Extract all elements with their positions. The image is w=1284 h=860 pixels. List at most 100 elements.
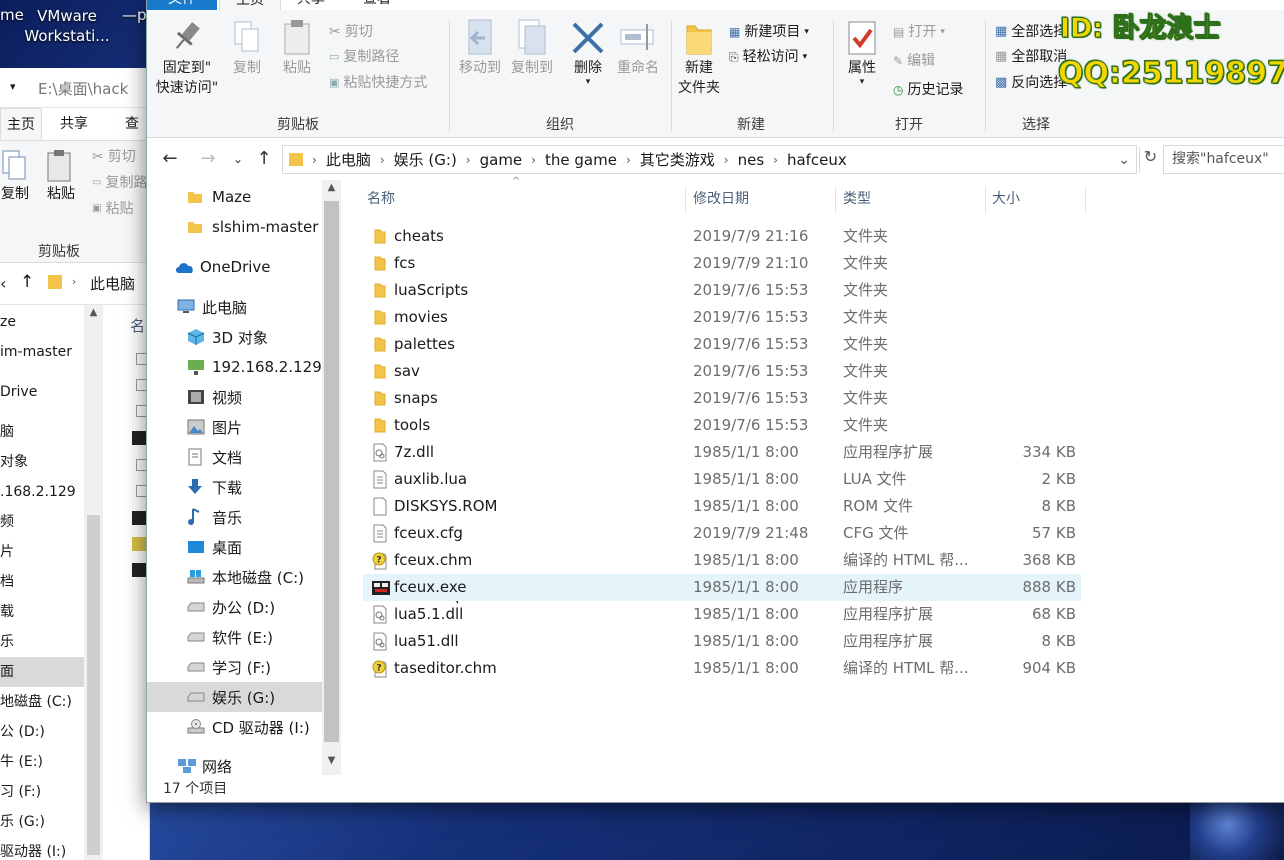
explorer-window[interactable]: 文件 主页 共享 查看 固定到" 快速访问" 复制 粘贴 ✂剪切 ▭复制路径 ▣… <box>146 0 1284 803</box>
file-row[interactable]: auxlib.lua 1985/1/1 8:00 LUA 文件 2 KB <box>363 466 1081 493</box>
open-button[interactable]: ▤ 打开 ▾ <box>893 20 945 44</box>
tree-item-d[interactable]: 办公 (D:) <box>147 592 341 622</box>
file-row[interactable]: fceux.cfg 2019/7/9 21:48 CFG 文件 57 KB <box>363 520 1081 547</box>
back-copy-path-button[interactable]: ▭复制路径 <box>92 171 149 195</box>
tree-item-[interactable]: 桌面 <box>147 532 341 562</box>
file-row[interactable]: DISKSYS.ROM 1985/1/1 8:00 ROM 文件 8 KB <box>363 493 1081 520</box>
back-tree-item[interactable]: 面 <box>0 657 84 687</box>
back-arrow-icon[interactable]: ← <box>159 148 181 169</box>
edit-button[interactable]: ✎ 编辑 <box>893 49 935 73</box>
tree-item-maze[interactable]: Maze <box>147 182 341 212</box>
up-arrow-icon[interactable]: ↑ <box>20 272 34 292</box>
tree-item-[interactable]: 视频 <box>147 382 341 412</box>
back-nav-crumb[interactable]: 此电脑 <box>90 273 135 294</box>
up-arrow-icon[interactable]: ↑ <box>253 148 275 169</box>
back-paste-shortcut-button[interactable]: ▣ 粘贴 <box>92 197 133 221</box>
back-tree-item[interactable]: 脑 <box>0 417 14 447</box>
back-tree-scrollbar[interactable]: ▲ <box>84 305 103 860</box>
tree-item-[interactable]: 此电脑 <box>147 292 341 322</box>
back-copy-button[interactable]: 复制 <box>0 149 30 203</box>
back-tree-item[interactable]: 载 <box>0 597 14 627</box>
refresh-icon[interactable]: ↻ <box>1139 147 1161 173</box>
properties-button[interactable]: 属性 ▾ <box>839 18 885 87</box>
tree-item-e[interactable]: 软件 (E:) <box>147 622 341 652</box>
file-row[interactable]: luaScripts 2019/7/6 15:53 文件夹 <box>363 277 1081 304</box>
back-tree-item[interactable]: 公 (D:) <box>0 717 45 747</box>
column-divider[interactable] <box>835 186 836 214</box>
column-divider[interactable] <box>685 186 686 214</box>
tree-item-c[interactable]: 本地磁盘 (C:) <box>147 562 341 592</box>
easy-access-button[interactable]: ⎘ 轻松访问 ▾ <box>729 45 807 69</box>
back-tree-item[interactable]: 片 <box>0 537 14 567</box>
tree-item-[interactable]: 下载 <box>147 472 341 502</box>
tree-item-[interactable]: 文档 <box>147 442 341 472</box>
file-row[interactable]: ? fceux.chm 1985/1/1 8:00 编译的 HTML 帮... 368 … <box>363 547 1081 574</box>
file-row[interactable]: lua51.dll 1985/1/1 8:00 应用程序扩展 8 KB <box>363 628 1081 655</box>
column-header-date[interactable]: 修改日期 <box>693 183 749 215</box>
file-row[interactable]: snaps 2019/7/6 15:53 文件夹 <box>363 385 1081 412</box>
column-divider[interactable] <box>1085 186 1086 214</box>
column-header-name[interactable]: 名称 <box>367 183 395 215</box>
move-to-button[interactable]: 移动到 <box>455 18 505 78</box>
address-bar[interactable]: › 此电脑 › 娱乐 (G:) › game › the game › 其它类游… <box>282 145 1137 174</box>
tree-item-[interactable]: 音乐 <box>147 502 341 532</box>
back-cut-button[interactable]: ✂ 剪切 <box>92 145 136 169</box>
navigation-pane-scroll-thumb[interactable] <box>324 201 339 742</box>
new-folder-button[interactable]: 新建 文件夹 <box>675 18 723 98</box>
file-row[interactable]: ? taseditor.chm 1985/1/1 8:00 编译的 HTML 帮...… <box>363 655 1081 682</box>
back-tree-item[interactable]: 对象 <box>0 447 28 477</box>
column-header-type[interactable]: 类型 <box>843 183 871 215</box>
desktop-icon-vmware[interactable]: VMware Workstati... <box>22 6 112 46</box>
back-tab-home[interactable]: 主页 <box>0 108 42 140</box>
select-all-button[interactable]: ▦ 全部选择 <box>995 20 1067 44</box>
back-col-name[interactable]: 名 <box>130 315 145 336</box>
back-tree-item[interactable]: 乐 (G:) <box>0 807 45 837</box>
paste-button[interactable]: 粘贴 <box>277 18 317 78</box>
tree-item-[interactable]: 图片 <box>147 412 341 442</box>
back-tree-item[interactable]: 驱动器 (I:) <box>0 837 66 860</box>
back-tree-item[interactable]: 乐 <box>0 627 14 657</box>
back-tree-item[interactable]: Drive <box>0 377 37 407</box>
desktop-icon-label[interactable]: —p <box>122 6 147 24</box>
rename-button[interactable]: 重命名 <box>613 18 663 78</box>
column-divider[interactable] <box>985 186 986 214</box>
breadcrumb-other-games[interactable]: 其它类游戏 <box>634 149 721 170</box>
forward-arrow-icon[interactable]: → <box>197 148 219 169</box>
tree-item-3d[interactable]: 3D 对象 <box>147 322 341 352</box>
paste-shortcut-button[interactable]: ▣ 粘贴快捷方式 <box>329 71 427 95</box>
back-paste-button[interactable]: 粘贴 <box>44 149 78 203</box>
tab-share[interactable]: 共享 <box>297 0 325 6</box>
tree-item-cd-i[interactable]: CD 驱动器 (I:) <box>147 712 341 742</box>
back-tree-item[interactable]: 牛 (E:) <box>0 747 43 777</box>
back-tree-item[interactable]: 习 (F:) <box>0 777 41 807</box>
back-tree-item[interactable]: 频 <box>0 507 14 537</box>
breadcrumb-the-game[interactable]: the game <box>539 151 623 169</box>
desktop-icon-label[interactable]: me <box>0 6 24 24</box>
tab-view[interactable]: 查看 <box>363 0 391 6</box>
pin-quick-access-button[interactable]: 固定到" 快速访问" <box>151 18 223 98</box>
tab-home[interactable]: 主页 <box>219 0 281 10</box>
file-row[interactable]: sav 2019/7/6 15:53 文件夹 <box>363 358 1081 385</box>
file-row[interactable]: palettes 2019/7/6 15:53 文件夹 <box>363 331 1081 358</box>
recent-locations-icon[interactable]: ⌄ <box>227 152 249 166</box>
back-tree-item[interactable]: im-master <box>0 337 72 367</box>
file-row[interactable]: tools 2019/7/6 15:53 文件夹 <box>363 412 1081 439</box>
tree-item-192-168-2-129[interactable]: 192.168.2.129 <box>147 352 341 382</box>
back-tree-item[interactable]: ze <box>0 307 16 337</box>
new-item-button[interactable]: ▦ 新建项目 ▾ <box>729 20 809 44</box>
copy-button[interactable]: 复制 <box>227 18 267 78</box>
tree-item-onedrive[interactable]: OneDrive <box>147 252 341 282</box>
back-tab-share[interactable]: 共享 <box>60 108 88 140</box>
back-tree-item[interactable]: .168.2.129 <box>0 477 76 507</box>
delete-button[interactable]: 删除 ▾ <box>565 18 611 87</box>
breadcrumb-hafceux[interactable]: hafceux <box>781 151 853 169</box>
tree-item-f[interactable]: 学习 (F:) <box>147 652 341 682</box>
tab-file[interactable]: 文件 <box>147 0 217 10</box>
copy-to-button[interactable]: 复制到 <box>507 18 557 78</box>
file-row[interactable]: movies 2019/7/6 15:53 文件夹 <box>363 304 1081 331</box>
invert-selection-button[interactable]: ▩ 反向选择 <box>995 71 1067 95</box>
back-up-arrow-icon[interactable]: ‹ <box>0 274 6 293</box>
select-none-button[interactable]: ▦ 全部取消 <box>995 45 1067 69</box>
breadcrumb-game[interactable]: game <box>474 151 529 169</box>
tree-item-slshim-master[interactable]: slshim-master <box>147 212 341 242</box>
